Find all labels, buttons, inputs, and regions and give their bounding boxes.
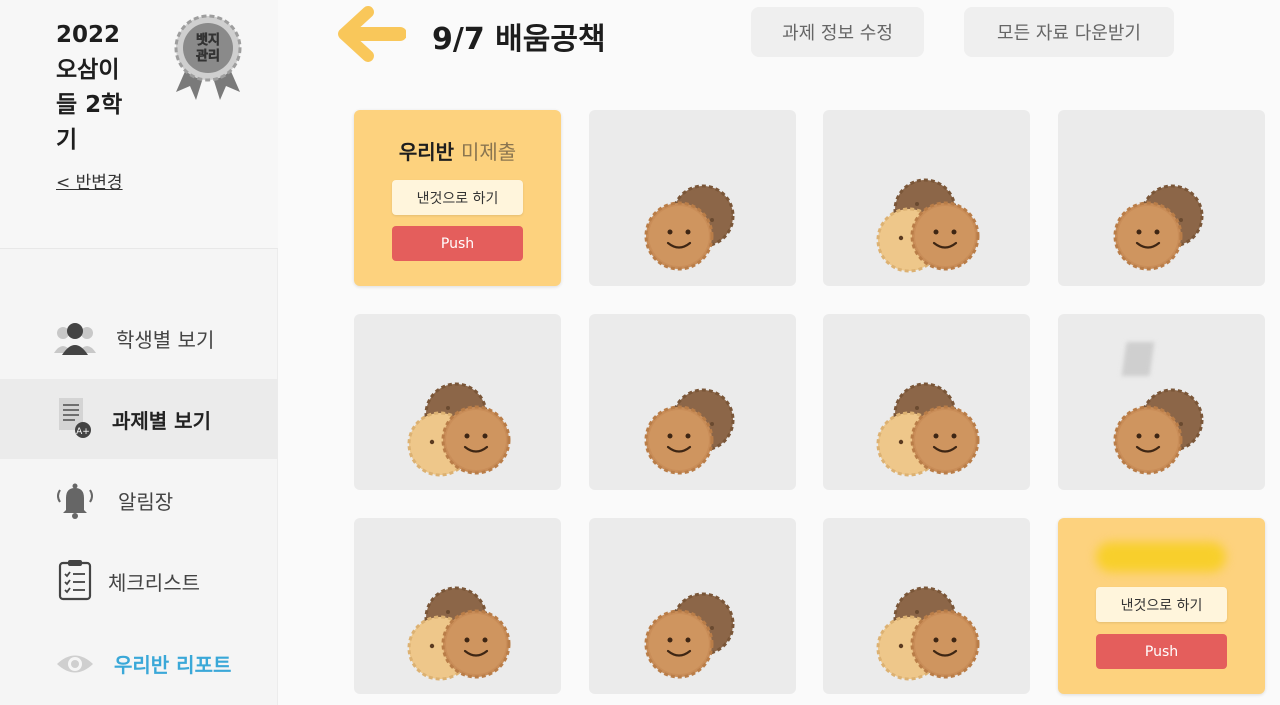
eye-icon: [54, 643, 96, 685]
class-summary-card[interactable]: 우리반 미제출 낸것으로 하기 Push: [354, 110, 561, 286]
nav-students-label: 학생별 보기: [116, 327, 215, 352]
student-card[interactable]: [589, 110, 796, 286]
back-arrow-icon[interactable]: [338, 6, 407, 62]
card-title-status: 미제출: [460, 140, 517, 164]
assignment-icon: A+: [54, 397, 96, 439]
sidebar: 2022 오삼이들 2학기 < 반변경 뱃지 관리 학생별 보기 A+ 과제별 …: [0, 0, 278, 705]
svg-text:관리: 관리: [196, 48, 220, 64]
checklist-icon: [54, 559, 96, 601]
student-card[interactable]: [823, 110, 1030, 286]
nav-checklist[interactable]: 체크리스트: [0, 541, 278, 621]
student-card[interactable]: [823, 518, 1030, 694]
card-title: 우리반 미제출: [354, 136, 561, 165]
download-all-button[interactable]: 모든 자료 다운받기: [964, 7, 1174, 57]
push-button[interactable]: Push: [1096, 634, 1227, 669]
unsubmitted-student-card[interactable]: 낸것으로 하기 Push: [1058, 518, 1265, 694]
nav-report[interactable]: 우리반 리포트: [0, 623, 278, 703]
card-title-main: 우리반: [398, 140, 455, 164]
cookie-icon: [407, 586, 511, 681]
nav-notices[interactable]: 알림장: [0, 460, 278, 540]
cookie-icon: [1113, 184, 1204, 271]
page-title: 9/7 배움공책: [432, 22, 606, 57]
student-card[interactable]: [823, 314, 1030, 490]
badge-management-button[interactable]: 뱃지 관리: [168, 12, 248, 102]
nav-assignments[interactable]: A+ 과제별 보기: [0, 379, 278, 459]
cookie-icon: [644, 388, 735, 475]
mark-submitted-button[interactable]: 낸것으로 하기: [392, 180, 523, 215]
student-card[interactable]: [354, 314, 561, 490]
cookie-icon: [407, 382, 511, 477]
bell-icon: [54, 480, 96, 522]
nav-checklist-label: 체크리스트: [108, 570, 200, 595]
svg-text:뱃지: 뱃지: [196, 33, 220, 48]
student-card[interactable]: [589, 314, 796, 490]
nav-notices-label: 알림장: [118, 489, 174, 514]
class-title: 2022 오삼이들 2학기: [56, 22, 123, 153]
cookie-icon: [1113, 388, 1204, 475]
blurred-student-name: [1096, 542, 1226, 572]
cookie-icon: [876, 178, 980, 273]
nav-students[interactable]: 학생별 보기: [0, 298, 278, 378]
cookie-icon: [876, 382, 980, 477]
student-card[interactable]: [589, 518, 796, 694]
svg-text:A+: A+: [76, 427, 90, 437]
student-card[interactable]: [1058, 110, 1265, 286]
blurred-thumbnail: [1121, 342, 1155, 376]
change-class-link[interactable]: < 반변경: [56, 168, 123, 193]
class-info-panel: 2022 오삼이들 2학기 < 반변경 뱃지 관리: [0, 0, 278, 249]
student-card[interactable]: [354, 518, 561, 694]
cookie-icon: [644, 592, 735, 679]
cookie-icon: [644, 184, 735, 271]
student-card[interactable]: [1058, 314, 1265, 490]
push-button[interactable]: Push: [392, 226, 523, 261]
nav-report-label: 우리반 리포트: [114, 652, 232, 677]
edit-assignment-button[interactable]: 과제 정보 수정: [751, 7, 924, 57]
badge-icon: 뱃지 관리: [174, 14, 242, 100]
nav-assignments-label: 과제별 보기: [112, 408, 211, 433]
mark-submitted-button[interactable]: 낸것으로 하기: [1096, 587, 1227, 622]
students-icon: [54, 318, 96, 360]
cookie-icon: [876, 586, 980, 681]
